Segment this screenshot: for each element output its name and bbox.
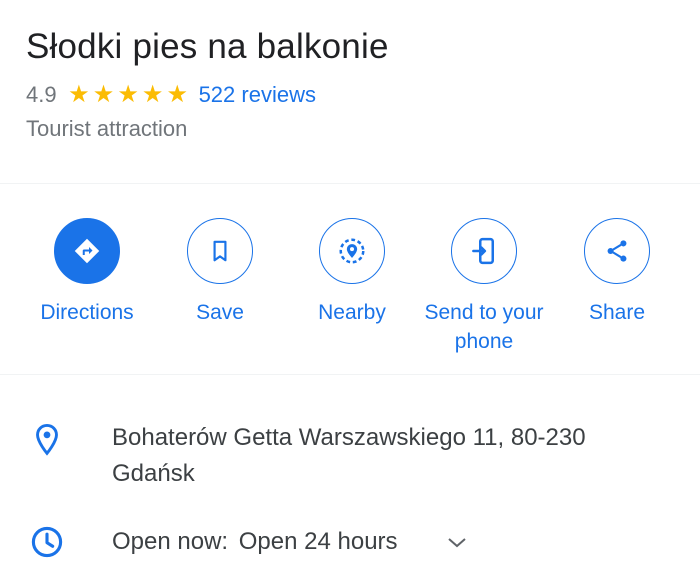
- place-header: Słodki pies na balkonie 4.9 ★ ★ ★ ★ ★ 52…: [26, 26, 676, 142]
- star-rating: ★ ★ ★ ★ ★: [67, 83, 190, 107]
- nearby-label: Nearby: [318, 301, 386, 324]
- hours-value: Open 24 hours: [238, 528, 398, 555]
- send-to-phone-label: Send to your phone: [424, 301, 544, 353]
- send-to-phone-icon: [451, 218, 517, 284]
- hours-row[interactable]: Open now: Open 24 hours: [0, 524, 700, 564]
- directions-icon: [54, 218, 120, 284]
- star-icon: ★: [141, 81, 164, 108]
- share-label: Share: [588, 301, 646, 324]
- reviews-link[interactable]: 522 reviews: [199, 82, 316, 108]
- address-line-2: Gdańsk: [112, 460, 195, 487]
- divider: [0, 183, 700, 184]
- place-category: Tourist attraction: [26, 116, 188, 141]
- star-icon: ★: [166, 81, 189, 108]
- star-icon: ★: [117, 81, 139, 108]
- directions-button[interactable]: Directions: [17, 218, 157, 327]
- place-title: Słodki pies na balkonie: [26, 27, 389, 66]
- directions-label: Directions: [40, 301, 134, 324]
- share-button[interactable]: Share: [547, 218, 687, 327]
- rating-row: 4.9 ★ ★ ★ ★ ★ 522 reviews: [26, 80, 676, 110]
- hours-text: Open now: Open 24 hours: [112, 524, 468, 561]
- location-pin-icon: [29, 422, 65, 458]
- share-icon: [584, 218, 650, 284]
- nearby-button[interactable]: Nearby: [282, 218, 422, 327]
- address-row[interactable]: Bohaterów Getta Warszawskiego 11, 80-230…: [0, 420, 700, 492]
- star-icon: ★: [92, 81, 115, 108]
- action-buttons: Directions Save Nearby Send to your phon…: [0, 218, 700, 358]
- rating-value: 4.9: [26, 82, 57, 107]
- hours-label: Open now:: [112, 528, 229, 555]
- star-icon: ★: [68, 81, 90, 108]
- bookmark-icon: [187, 218, 253, 284]
- address-line-1: Bohaterów Getta Warszawskiego 11, 80-230: [112, 424, 586, 451]
- chevron-down-icon[interactable]: [446, 525, 468, 561]
- address-text: Bohaterów Getta Warszawskiego 11, 80-230…: [112, 420, 586, 492]
- clock-icon: [29, 524, 65, 560]
- save-label: Save: [196, 301, 244, 324]
- divider: [0, 374, 700, 375]
- send-to-phone-button[interactable]: Send to your phone: [414, 218, 554, 356]
- save-button[interactable]: Save: [150, 218, 290, 327]
- nearby-icon: [319, 218, 385, 284]
